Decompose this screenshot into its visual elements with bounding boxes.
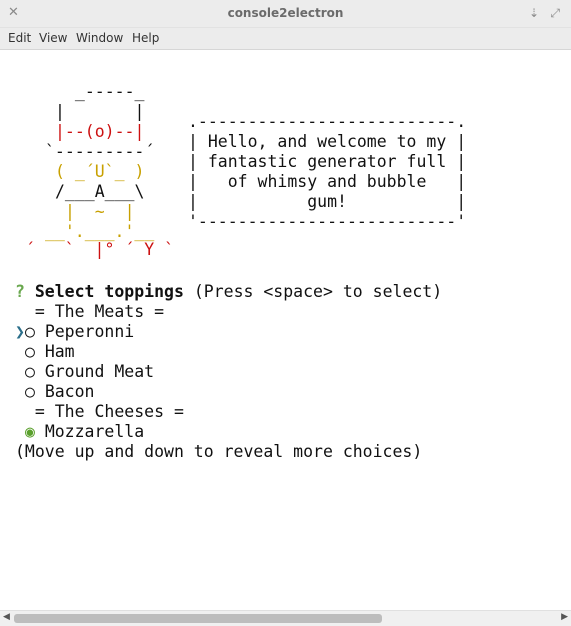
ascii-face: ( _´U`_ ) (55, 162, 145, 181)
option-bacon[interactable]: ○ Bacon (15, 382, 95, 402)
ascii-body: /___A___\ (55, 182, 145, 201)
option-label: Bacon (44, 382, 95, 401)
prompt-line: ? Select toppings (Press <space> to sele… (15, 282, 442, 302)
prompt-hint: (Press <space> to select) (193, 282, 443, 301)
option-label: Mozzarella (44, 422, 145, 441)
terminal-area[interactable]: _-----_ | | |--(o)--| `---------´ ( _´U`… (0, 50, 571, 610)
ascii-hat-brim: `---------´ (45, 142, 155, 161)
ascii-hat-eye: |--(o)--| (55, 122, 145, 141)
window-title: console2electron (227, 6, 344, 20)
option-label: Ham (44, 342, 75, 361)
radio-filled-icon: ◉ (24, 422, 35, 441)
ascii-belly: | ~ | (65, 202, 135, 221)
scroll-thumb[interactable] (14, 614, 382, 623)
option-peperonni[interactable]: ❯○ Peperonni (15, 322, 134, 342)
radio-empty-icon: ○ (24, 362, 35, 381)
scroll-left-icon[interactable]: ◀ (3, 612, 10, 622)
menu-bar: Edit View Window Help (0, 28, 571, 50)
radio-empty-icon: ○ (24, 382, 35, 401)
separator-meats: = The Meats = (34, 302, 165, 321)
ascii-feet: ´ ` |° ´ Y ` (25, 240, 175, 259)
prompt-title: Select toppings (34, 282, 184, 301)
separator-cheeses: = The Cheeses = (34, 402, 184, 421)
radio-empty-icon: ○ (24, 322, 35, 341)
ascii-hat-mid: | | (55, 102, 145, 121)
ascii-hat-top: _-----_ (65, 82, 145, 101)
menu-window[interactable]: Window (76, 31, 123, 45)
option-mozzarella[interactable]: ◉ Mozzarella (15, 422, 144, 442)
radio-empty-icon: ○ (24, 342, 35, 361)
maximize-icon[interactable]: ⤢ (550, 6, 560, 21)
option-label: Peperonni (44, 322, 135, 341)
scroll-right-icon[interactable]: ▶ (561, 612, 568, 622)
minimize-icon[interactable]: ⇣ (529, 6, 539, 20)
menu-edit[interactable]: Edit (8, 31, 31, 45)
ascii-legs: __'.___.'__ (45, 222, 155, 241)
menu-help[interactable]: Help (132, 31, 159, 45)
question-mark: ? (15, 282, 25, 301)
prompt-footer: (Move up and down to reveal more choices… (15, 442, 423, 461)
option-ham[interactable]: ○ Ham (15, 342, 75, 362)
horizontal-scrollbar[interactable]: ◀ ▶ (0, 610, 571, 626)
title-bar[interactable]: ✕ console2electron ⇣ ⤢ (0, 0, 571, 28)
cursor-icon: ❯ (15, 322, 25, 341)
menu-view[interactable]: View (39, 31, 67, 45)
option-ground-meat[interactable]: ○ Ground Meat (15, 362, 154, 382)
option-label: Ground Meat (44, 362, 155, 381)
speech-bubble: .--------------------------. | Hello, an… (188, 112, 467, 231)
